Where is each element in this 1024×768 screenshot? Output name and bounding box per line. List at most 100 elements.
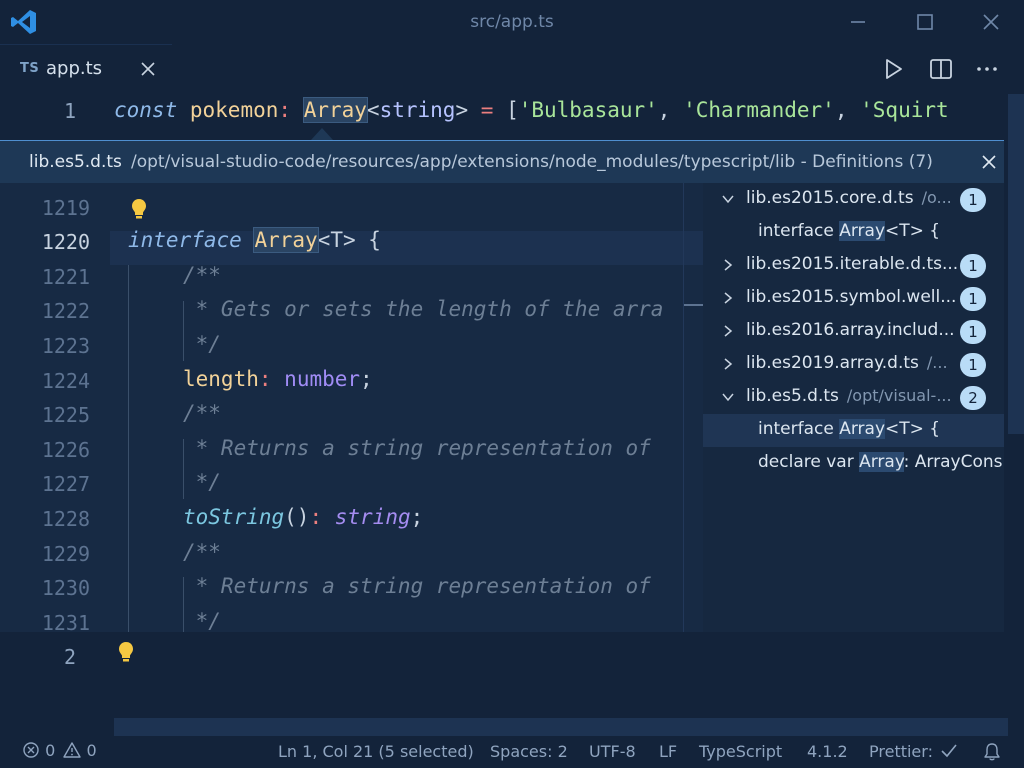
code-line[interactable]: */: [183, 332, 221, 356]
code-line[interactable]: toString(): string;: [183, 505, 423, 529]
error-icon: [23, 742, 39, 758]
reference-file-item[interactable]: lib.es2019.array.d.ts /... 1: [703, 348, 1004, 381]
code-line[interactable]: */: [183, 609, 221, 632]
split-editor-icon[interactable]: [928, 56, 954, 82]
line-number: 1225: [41, 403, 90, 428]
reference-count-badge: 1: [960, 287, 986, 311]
code-line[interactable]: * Returns a string representation of: [183, 436, 651, 460]
peek-code-preview[interactable]: 1218}12191220interface Array<T> {1221/**…: [0, 183, 703, 632]
more-icon[interactable]: [974, 56, 1000, 82]
close-icon[interactable]: [980, 11, 1002, 33]
horizontal-scrollbar[interactable]: [114, 718, 1008, 736]
minimize-icon[interactable]: [847, 11, 869, 33]
code-line[interactable]: length: number;: [183, 367, 373, 391]
method: toString: [183, 505, 285, 529]
code-line[interactable]: * Gets or sets the length of the arra: [183, 297, 664, 321]
reference-file-name: lib.es2019.array.d.ts: [746, 353, 919, 373]
property: length: [183, 366, 259, 391]
line-number: 1227: [41, 472, 90, 497]
reference-file-name: lib.es5.d.ts: [746, 386, 839, 406]
reference-count-badge: 1: [960, 320, 986, 344]
maximize-icon[interactable]: [914, 11, 936, 33]
selected-text: Array: [302, 97, 368, 123]
language-mode[interactable]: TypeScript: [699, 742, 782, 761]
reference-file-item[interactable]: lib.es2015.symbol.well... 1: [703, 282, 1004, 315]
minimap-marker: [683, 304, 703, 306]
chevron-down-icon: [722, 393, 734, 402]
chevron-right-icon: [724, 325, 733, 337]
title-bar: src/app.ts: [0, 0, 1024, 44]
chevron-right-icon: [724, 358, 733, 370]
keyword: interface: [128, 228, 242, 253]
code-line[interactable]: * Returns a string representation of: [183, 574, 651, 598]
window-title: src/app.ts: [470, 12, 554, 32]
reference-file-dir: /o...: [921, 188, 952, 207]
line-number: 1229: [41, 541, 90, 566]
prettier-status[interactable]: Prettier:: [869, 742, 958, 761]
line-number: 1226: [41, 437, 90, 462]
code-line[interactable]: /**: [183, 540, 221, 564]
line-number: 1219: [41, 195, 90, 220]
line-number: 1220: [41, 230, 90, 255]
tab-label: app.ts: [46, 58, 103, 79]
end-of-line[interactable]: LF: [659, 742, 677, 761]
reference-count-badge: 2: [960, 386, 986, 410]
references-tree: lib.es2015.core.d.ts/o... 1 interface Arra…: [703, 183, 1004, 632]
reference-file-item[interactable]: lib.es2016.array.includ... 1: [703, 315, 1004, 348]
reference-file-name: lib.es2015.iterable.d.ts...: [746, 254, 959, 274]
problems-indicator[interactable]: 0 0: [22, 741, 97, 760]
code-text: <T> {: [317, 228, 381, 253]
peek-header: lib.es5.d.ts /opt/visual-studio-code/res…: [0, 141, 1004, 183]
peek-file-name[interactable]: lib.es5.d.ts: [29, 152, 122, 172]
code-line[interactable]: /**: [183, 401, 221, 425]
line-number: 1: [63, 99, 76, 123]
code-text: ;: [360, 366, 373, 391]
reference-suffix: : ArrayCons: [903, 452, 1003, 472]
ts-file-icon: TS: [20, 61, 40, 76]
scrollbar-track[interactable]: [683, 183, 684, 632]
chevron-down-icon: [722, 195, 734, 204]
reference-file-item[interactable]: lib.es2015.iterable.d.ts... 1: [703, 249, 1004, 282]
reference-file-label: lib.es2015.iterable.d.ts...: [746, 254, 966, 274]
vertical-scrollbar[interactable]: [1008, 94, 1024, 434]
reference-file-label: lib.es2016.array.includ...: [746, 320, 963, 340]
run-icon[interactable]: [880, 56, 906, 82]
highlighted-symbol: Array: [253, 227, 319, 254]
reference-suffix: <T> {: [885, 419, 941, 439]
check-icon: [941, 744, 957, 758]
code-text: ;: [410, 505, 424, 529]
lightbulb-icon[interactable]: [117, 640, 135, 664]
reference-match: Array: [839, 221, 886, 241]
code-line[interactable]: */: [183, 470, 221, 494]
bell-icon[interactable]: [983, 742, 1001, 762]
reference-file-label: lib.es2015.symbol.well...: [746, 287, 964, 307]
cursor-position[interactable]: Ln 1, Col 21 (5 selected): [278, 742, 474, 761]
tab-app-ts[interactable]: TS app.ts: [0, 44, 172, 94]
code-line[interactable]: interface Array<T> {: [128, 227, 381, 254]
tab-bar: TS app.ts: [0, 44, 1024, 94]
reference-item[interactable]: interface Array<T> {: [703, 216, 1004, 249]
tab-close-icon[interactable]: [139, 60, 157, 78]
lightbulb-icon[interactable]: [130, 197, 148, 221]
code-line-1[interactable]: const pokemon: Array<string> = ['Bulbasa…: [114, 97, 949, 123]
reference-item[interactable]: interface Array<T> {: [703, 414, 1004, 447]
line-number: 1224: [41, 368, 90, 393]
line-number: 1231: [41, 610, 90, 632]
reference-match: Array: [859, 452, 904, 472]
reference-file-dir: /opt/visual-...: [846, 386, 952, 405]
reference-file-label: lib.es2019.array.d.ts /...: [746, 353, 948, 373]
reference-count-badge: 1: [960, 353, 986, 377]
line-number: 1228: [41, 507, 90, 531]
indentation[interactable]: Spaces: 2: [490, 742, 568, 761]
close-peek-icon[interactable]: [980, 153, 998, 171]
reference-file-item[interactable]: lib.es2015.core.d.ts/o... 1: [703, 183, 1004, 216]
peek-file-path: /opt/visual-studio-code/resources/app/ex…: [131, 152, 933, 172]
line-number: 1222: [41, 299, 90, 324]
typescript-version[interactable]: 4.1.2: [807, 742, 848, 761]
code-line[interactable]: /**: [183, 263, 221, 287]
reference-prefix: interface: [758, 419, 840, 439]
reference-prefix: interface: [758, 221, 840, 241]
encoding[interactable]: UTF-8: [589, 742, 636, 761]
reference-file-item[interactable]: lib.es5.d.ts/opt/visual-... 2: [703, 381, 1004, 414]
reference-item[interactable]: declare var Array: ArrayCons: [703, 447, 1004, 480]
